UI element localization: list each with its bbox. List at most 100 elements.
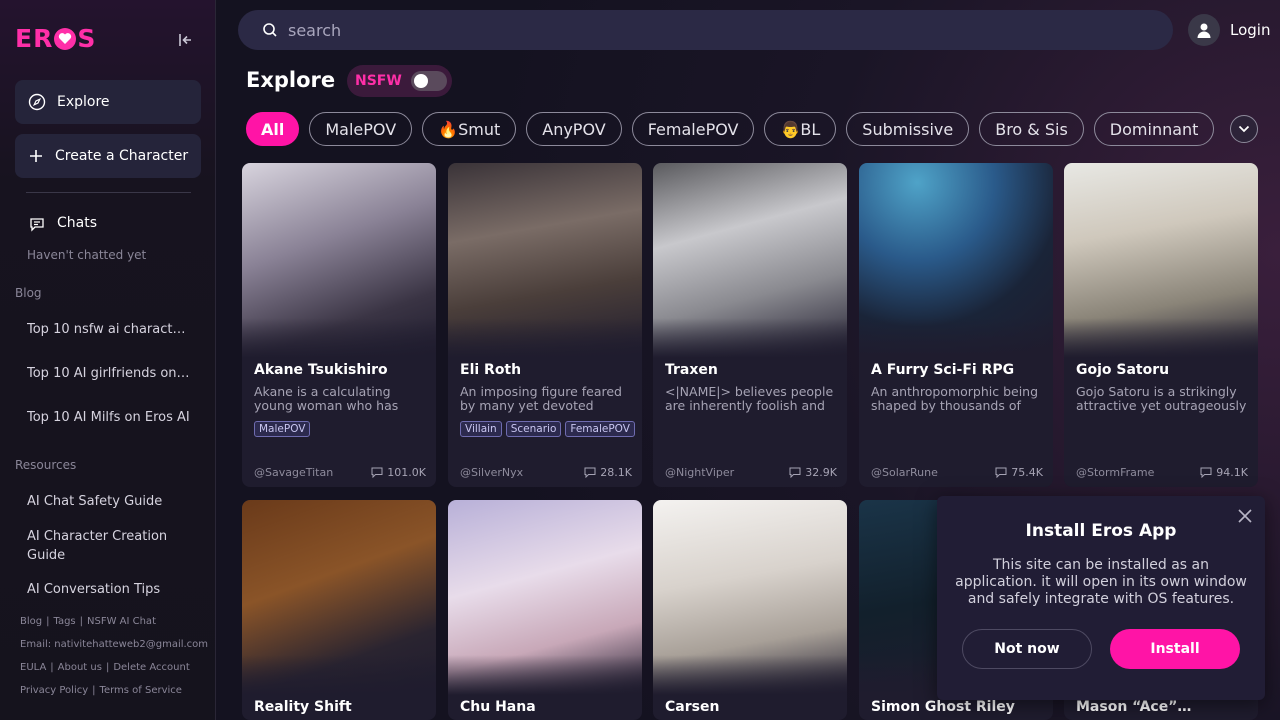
character-card[interactable]: Carsen	[653, 500, 847, 720]
character-author[interactable]: @SolarRune	[871, 466, 938, 479]
create-character-button[interactable]: Create a Character	[15, 134, 201, 178]
chip-all[interactable]: All	[246, 112, 300, 146]
character-name: A Furry Sci-Fi RPG	[871, 362, 1015, 378]
explore-label: Explore	[57, 94, 110, 110]
logo-text-left: ER	[15, 24, 54, 53]
resource-link[interactable]: AI Conversation Tips	[27, 580, 192, 599]
tag-badge: Scenario	[505, 421, 562, 437]
search-input[interactable]	[288, 20, 1148, 40]
character-card[interactable]: Akane Tsukishiro Akane is a calculating …	[242, 163, 436, 487]
character-name: Eli Roth	[460, 362, 522, 378]
character-image	[653, 163, 847, 358]
character-card[interactable]: Gojo Satoru Gojo Satoru is a strikingly …	[1064, 163, 1258, 487]
compass-icon	[28, 93, 46, 111]
chevron-down-icon[interactable]	[1230, 115, 1258, 143]
footer-email[interactable]: Email: nativitehatteweb2@gmail.com	[20, 639, 208, 650]
character-card[interactable]: Traxen <|NAME|> believes people are inhe…	[653, 163, 847, 487]
chat-count-value: 32.9K	[805, 466, 837, 479]
login-button[interactable]: Login	[1188, 14, 1270, 46]
footer-links-row: EULA | About us | Delete Account	[20, 662, 190, 673]
page-title: Explore	[246, 68, 336, 92]
install-app-dialog: Install Eros App This site can be instal…	[937, 496, 1265, 700]
tag-badge: Villain	[460, 421, 502, 437]
chip-malepov[interactable]: MalePOV	[309, 112, 413, 146]
footer-tags-link[interactable]: Tags	[53, 616, 75, 627]
character-card[interactable]: Eli Roth An imposing figure feared by ma…	[448, 163, 642, 487]
character-author[interactable]: @StormFrame	[1076, 466, 1154, 479]
chat-count-value: 28.1K	[600, 466, 632, 479]
blog-link[interactable]: Top 10 AI Milfs on Eros AI	[27, 408, 192, 427]
character-description: An anthropomorphic being shaped by thous…	[871, 385, 1039, 414]
chip-femalepov[interactable]: FemalePOV	[631, 112, 755, 146]
chat-count-icon	[371, 467, 383, 478]
character-tags: Villain Scenario FemalePOV	[460, 421, 640, 437]
character-name: Traxen	[665, 362, 718, 378]
chip-bl[interactable]: 👨BL	[764, 112, 837, 146]
character-image	[242, 163, 436, 358]
chat-count: 32.9K	[789, 466, 837, 479]
footer-terms-link[interactable]: Terms of Service	[100, 685, 182, 696]
collapse-sidebar-icon[interactable]	[176, 30, 198, 50]
blog-link[interactable]: Top 10 AI girlfriends on Eros	[27, 364, 192, 383]
chats-link[interactable]: Chats	[29, 214, 194, 233]
chip-bro-sis[interactable]: Bro & Sis	[979, 112, 1084, 146]
tag-badge: MalePOV	[254, 421, 311, 437]
logo-text-right: S	[77, 24, 97, 53]
character-image	[242, 500, 436, 695]
install-button[interactable]: Install	[1110, 629, 1240, 669]
dialog-title: Install Eros App	[1025, 521, 1177, 541]
resource-link[interactable]: AI Character Creation Guide	[27, 527, 202, 565]
footer-delete-link[interactable]: Delete Account	[113, 662, 189, 673]
character-card[interactable]: A Furry Sci-Fi RPG An anthropomorphic be…	[859, 163, 1053, 487]
character-name: Reality Shift	[254, 699, 352, 715]
character-name: Simon Ghost Riley	[871, 699, 1015, 715]
sidebar-divider	[26, 192, 191, 193]
chip-dominnant[interactable]: Dominnant	[1093, 112, 1215, 146]
resource-link[interactable]: AI Chat Safety Guide	[27, 492, 192, 511]
search-icon	[263, 23, 277, 37]
character-tags: MalePOV	[254, 421, 434, 437]
chat-count-icon	[584, 467, 596, 478]
chip-anypov[interactable]: AnyPOV	[526, 112, 622, 146]
blog-link[interactable]: Top 10 nsfw ai characters on Eros	[27, 320, 192, 339]
footer-blog-link[interactable]: Blog	[20, 616, 42, 627]
footer-about-link[interactable]: About us	[58, 662, 102, 673]
character-author[interactable]: @SavageTitan	[254, 466, 333, 479]
sidebar: ER S Explore Create a Character Chats Ha…	[0, 0, 216, 720]
character-author[interactable]: @NightViper	[665, 466, 734, 479]
footer-links-row: Blog | Tags | NSFW AI Chat	[20, 616, 156, 627]
chat-count: 94.1K	[1200, 466, 1248, 479]
character-author[interactable]: @SilverNyx	[460, 466, 523, 479]
user-avatar-icon	[1188, 14, 1220, 46]
nsfw-label: NSFW	[355, 73, 402, 89]
footer-eula-link[interactable]: EULA	[20, 662, 46, 673]
chat-count: 28.1K	[584, 466, 632, 479]
character-image	[1064, 163, 1258, 358]
chats-label: Chats	[57, 215, 98, 231]
character-image	[448, 163, 642, 358]
chip-smut[interactable]: 🔥Smut	[422, 112, 517, 146]
chip-submissive[interactable]: Submissive	[846, 112, 970, 146]
chat-count-icon	[1200, 467, 1212, 478]
chat-count-value: 94.1K	[1216, 466, 1248, 479]
search-bar[interactable]	[238, 10, 1173, 50]
login-label: Login	[1230, 21, 1271, 39]
chat-count-icon	[789, 467, 801, 478]
footer-nsfw-link[interactable]: NSFW AI Chat	[87, 616, 156, 627]
character-name: Chu Hana	[460, 699, 536, 715]
eros-logo[interactable]: ER S	[15, 24, 96, 53]
character-card[interactable]: Reality Shift	[242, 500, 436, 720]
character-card[interactable]: Chu Hana	[448, 500, 642, 720]
character-description: <|NAME|> believes people are inherently …	[665, 385, 834, 414]
chat-count-value: 101.0K	[387, 466, 426, 479]
character-description: Gojo Satoru is a strikingly attractive y…	[1076, 385, 1247, 414]
chat-count: 75.4K	[995, 466, 1043, 479]
not-now-button[interactable]: Not now	[962, 629, 1092, 669]
chat-count: 101.0K	[371, 466, 426, 479]
blog-heading: Blog	[15, 286, 42, 300]
character-name: Mason “Ace”…	[1076, 699, 1192, 715]
explore-button[interactable]: Explore	[15, 80, 201, 124]
character-name: Carsen	[665, 699, 720, 715]
nsfw-toggle[interactable]	[410, 71, 447, 91]
footer-privacy-link[interactable]: Privacy Policy	[20, 685, 88, 696]
